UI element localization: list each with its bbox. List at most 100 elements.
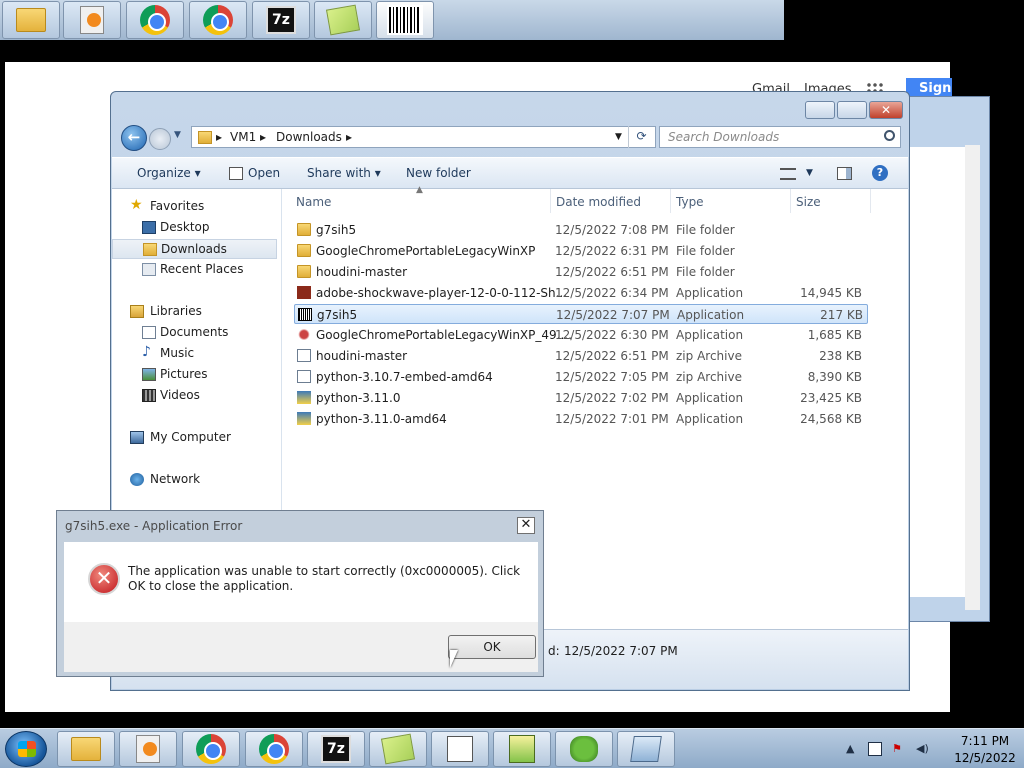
organize-menu[interactable]: Organize ▾ <box>137 166 201 180</box>
7zip-button[interactable]: 7z <box>252 1 310 39</box>
new-folder-button[interactable]: New folder <box>406 166 471 180</box>
help-icon[interactable]: ? <box>872 165 888 181</box>
dialog-content: ✕ The application was unable to start co… <box>64 542 538 622</box>
desktop-icon <box>142 221 156 234</box>
zip-archive-icon <box>297 349 311 362</box>
ok-button[interactable]: OK <box>448 635 536 659</box>
nav-my-computer[interactable]: My Computer <box>112 428 277 448</box>
application-error-dialog: g7sih5.exe - Application Error ✕ ✕ The a… <box>56 510 544 677</box>
start-button[interactable] <box>5 731 47 767</box>
details-date-value: 12/5/2022 7:07 PM <box>564 644 678 658</box>
barcode-app-button[interactable] <box>376 1 434 39</box>
show-hidden-icons-icon[interactable]: ▲ <box>846 742 860 756</box>
frog-app-icon <box>570 736 598 762</box>
nav-downloads[interactable]: Downloads <box>112 239 277 259</box>
volume-icon[interactable]: ◀) <box>916 742 930 756</box>
chrome-button-2[interactable] <box>189 1 247 39</box>
clock-date[interactable]: 12/5/2022 <box>950 751 1020 765</box>
clock-time[interactable]: 7:11 PM <box>950 734 1020 748</box>
chrome-button[interactable] <box>126 1 184 39</box>
breadcrumb-arrow-icon[interactable]: ▸ <box>346 130 352 144</box>
star-icon: ★ <box>130 197 143 213</box>
taskbar-7zip[interactable]: 7z <box>307 731 365 767</box>
sticky-notes-icon <box>380 733 416 765</box>
taskbar-chrome-2[interactable] <box>245 731 303 767</box>
nav-favorites[interactable]: ★ Favorites <box>112 197 277 217</box>
sticky-notes-icon <box>325 4 361 36</box>
search-input[interactable]: Search Downloads <box>659 126 901 148</box>
error-icon: ✕ <box>88 563 120 595</box>
nav-libraries[interactable]: Libraries <box>112 302 277 322</box>
close-button[interactable]: ✕ <box>869 101 903 119</box>
dialog-message: The application was unable to start corr… <box>128 564 521 593</box>
folder-icon <box>297 265 311 278</box>
nav-pictures[interactable]: Pictures <box>112 365 277 385</box>
command-bar: Organize ▾ Open Share with ▾ New folder … <box>112 157 908 189</box>
file-row-selected[interactable]: g7sih5 12/5/2022 7:07 PM Application 217 KB <box>294 304 868 324</box>
documents-icon <box>142 326 156 339</box>
taskbar-notepad-plus[interactable] <box>493 731 551 767</box>
breadcrumb-vm1[interactable]: VM1 <box>230 130 256 144</box>
nav-videos[interactable]: Videos <box>112 386 277 406</box>
taskbar-document[interactable] <box>431 731 489 767</box>
file-row[interactable]: GoogleChromePortableLegacyWinXP 12/5/2022… <box>294 241 868 261</box>
share-with-menu[interactable]: Share with ▾ <box>307 166 381 180</box>
dialog-button-bar: OK <box>64 622 538 672</box>
computer-icon <box>130 431 144 444</box>
forward-button[interactable] <box>149 128 171 150</box>
recent-pages-icon[interactable]: ▼ <box>174 130 188 146</box>
action-center-flag-icon[interactable]: ⚑ <box>892 742 906 756</box>
taskbar-media-player[interactable] <box>119 731 177 767</box>
column-header-name[interactable]: Name <box>296 195 331 209</box>
breadcrumb-arrow-icon[interactable]: ▸ <box>260 130 266 144</box>
file-row[interactable]: houdini-master 12/5/2022 6:51 PM zip Archi… <box>294 346 868 366</box>
media-player-button[interactable] <box>63 1 121 39</box>
notepad-icon <box>630 736 662 762</box>
mouse-cursor-icon <box>450 650 458 668</box>
refresh-button[interactable]: ⟳ <box>628 126 654 148</box>
breadcrumb-downloads[interactable]: Downloads <box>276 130 342 144</box>
sticky-notes-button[interactable] <box>314 1 372 39</box>
history-dropdown-icon[interactable]: ▼ <box>615 132 622 142</box>
file-row[interactable]: python-3.10.7-embed-amd64 12/5/2022 7:05 … <box>294 367 868 387</box>
taskbar-sticky-notes[interactable] <box>369 731 427 767</box>
back-button[interactable]: ← <box>121 125 147 151</box>
dialog-close-button[interactable]: ✕ <box>517 517 535 534</box>
7zip-icon: 7z <box>266 6 296 34</box>
nav-documents[interactable]: Documents <box>112 323 277 343</box>
minimize-button[interactable] <box>805 101 835 119</box>
taskbar-frog-app[interactable] <box>555 731 613 767</box>
barcode-app-icon <box>387 5 423 35</box>
music-icon: ♪ <box>142 344 151 360</box>
chrome-icon <box>203 5 233 35</box>
folder-button[interactable] <box>2 1 60 39</box>
breadcrumb-arrow-icon[interactable]: ▸ <box>216 130 222 144</box>
recent-places-icon <box>142 263 156 276</box>
open-button[interactable]: Open <box>248 166 280 180</box>
taskbar-explorer[interactable] <box>57 731 115 767</box>
file-row[interactable]: g7sih5 12/5/2022 7:08 PM File folder <box>294 220 868 240</box>
nav-music[interactable]: ♪ Music <box>112 344 277 364</box>
view-dropdown-icon[interactable]: ▼ <box>806 168 813 178</box>
column-header-date[interactable]: Date modified <box>556 195 641 209</box>
file-row[interactable]: houdini-master 12/5/2022 6:51 PM File fold… <box>294 262 868 282</box>
maximize-button[interactable] <box>837 101 867 119</box>
nav-desktop[interactable]: Desktop <box>112 218 277 238</box>
file-row[interactable]: GoogleChromePortableLegacyWinXP_49.... 12… <box>294 325 868 345</box>
taskbar-chrome[interactable] <box>182 731 240 767</box>
network-status-icon[interactable] <box>868 742 882 756</box>
file-row[interactable]: adobe-shockwave-player-12-0-0-112-Sh... 1… <box>294 283 868 303</box>
column-header-size[interactable]: Size <box>796 195 821 209</box>
file-row[interactable]: python-3.11.0 12/5/2022 7:02 PM Applicatio… <box>294 388 868 408</box>
background-scrollbar[interactable] <box>965 145 980 610</box>
python-installer-icon <box>297 391 311 404</box>
7zip-icon: 7z <box>321 735 351 763</box>
taskbar-notepad[interactable] <box>617 731 675 767</box>
nav-network[interactable]: Network <box>112 470 277 490</box>
nav-recent-places[interactable]: Recent Places <box>112 260 277 280</box>
preview-pane-icon[interactable] <box>837 167 852 180</box>
column-header-type[interactable]: Type <box>676 195 704 209</box>
address-bar[interactable]: ▸ VM1 ▸ Downloads ▸ ▼ <box>191 126 656 148</box>
view-options-icon[interactable] <box>780 168 796 180</box>
file-row[interactable]: python-3.11.0-amd64 12/5/2022 7:01 PM Appl… <box>294 409 868 429</box>
